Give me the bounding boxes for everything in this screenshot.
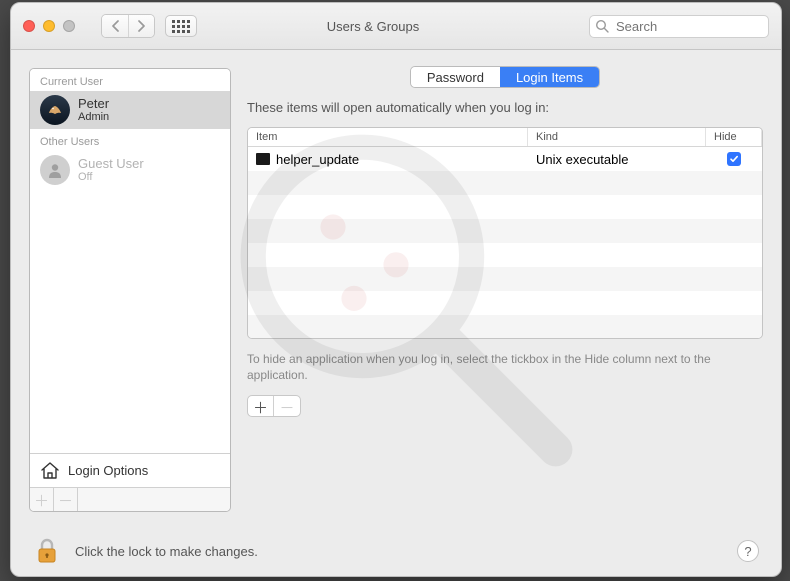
item-name: helper_update [276, 152, 359, 167]
check-icon [729, 154, 739, 164]
remove-login-item-button[interactable]: － [274, 396, 300, 417]
login-item-add-remove: ＋ － [247, 395, 301, 417]
tab-login-items[interactable]: Login Items [500, 67, 599, 87]
tab-password[interactable]: Password [411, 67, 500, 87]
lock-icon [35, 537, 59, 565]
main-panel: Password Login Items These items will op… [247, 68, 763, 512]
user-name: Guest User [78, 157, 144, 171]
col-kind[interactable]: Kind [528, 128, 706, 146]
table-row-empty [248, 267, 762, 291]
window-controls [23, 20, 75, 32]
table-row[interactable]: helper_update Unix executable [248, 147, 762, 171]
table-header: Item Kind Hide [248, 128, 762, 147]
lock-button[interactable] [33, 535, 61, 567]
col-hide[interactable]: Hide [706, 128, 762, 146]
login-items-heading: These items will open automatically when… [247, 100, 763, 115]
sidebar-user-guest[interactable]: Guest User Off [30, 151, 230, 189]
search-input[interactable] [589, 15, 769, 38]
silhouette-avatar-icon [46, 161, 64, 179]
table-row-empty [248, 171, 762, 195]
hide-checkbox[interactable] [727, 152, 741, 166]
toolbar: Users & Groups [11, 3, 781, 50]
avatar [40, 95, 70, 125]
login-items-table: Item Kind Hide helper_update Unix execut… [247, 127, 763, 339]
table-body: helper_update Unix executable [248, 147, 762, 339]
nav-back-forward [101, 14, 155, 38]
forward-button[interactable] [128, 15, 154, 37]
user-text: Peter Admin [78, 97, 109, 123]
hide-hint: To hide an application when you log in, … [247, 351, 763, 383]
lock-text: Click the lock to make changes. [75, 544, 258, 559]
sidebar-user-peter[interactable]: Peter Admin [30, 91, 230, 129]
chevron-left-icon [111, 20, 120, 32]
window-title: Users & Groups [207, 19, 579, 34]
table-row-empty [248, 195, 762, 219]
remove-user-button[interactable]: － [54, 488, 78, 512]
user-add-remove-bar: ＋ － [30, 487, 230, 511]
user-text: Guest User Off [78, 157, 144, 183]
back-button[interactable] [102, 15, 128, 37]
show-all-prefs-button[interactable] [165, 15, 197, 37]
lock-footer: Click the lock to make changes. ? [11, 526, 781, 576]
table-row-empty [248, 315, 762, 339]
close-window-button[interactable] [23, 20, 35, 32]
search-icon [595, 19, 609, 33]
section-header-current: Current User [30, 69, 230, 91]
user-role: Off [78, 171, 144, 183]
apps-grid-icon [172, 20, 190, 33]
item-kind: Unix executable [528, 152, 706, 167]
user-name: Peter [78, 97, 109, 111]
add-login-item-button[interactable]: ＋ [248, 396, 274, 417]
search-field-wrap [589, 15, 769, 38]
terminal-icon [256, 153, 270, 165]
user-list: Current User Peter Admin Other Users [30, 69, 230, 453]
minimize-window-button[interactable] [43, 20, 55, 32]
login-options-label: Login Options [68, 463, 148, 478]
eagle-avatar-icon [46, 101, 64, 119]
user-sidebar: Current User Peter Admin Other Users [29, 68, 231, 512]
table-row-empty [248, 243, 762, 267]
table-row-empty [248, 219, 762, 243]
table-row-empty [248, 291, 762, 315]
tab-segmented-control: Password Login Items [247, 66, 763, 88]
chevron-right-icon [137, 20, 146, 32]
content-area: Current User Peter Admin Other Users [11, 50, 781, 526]
avatar [40, 155, 70, 185]
login-options-button[interactable]: Login Options [30, 453, 230, 487]
house-icon [40, 462, 60, 480]
user-role: Admin [78, 111, 109, 123]
help-button[interactable]: ? [737, 540, 759, 562]
section-header-other: Other Users [30, 129, 230, 151]
add-user-button[interactable]: ＋ [30, 488, 54, 512]
zoom-window-button[interactable] [63, 20, 75, 32]
preferences-window: Users & Groups Current User [10, 2, 782, 577]
col-item[interactable]: Item [248, 128, 528, 146]
